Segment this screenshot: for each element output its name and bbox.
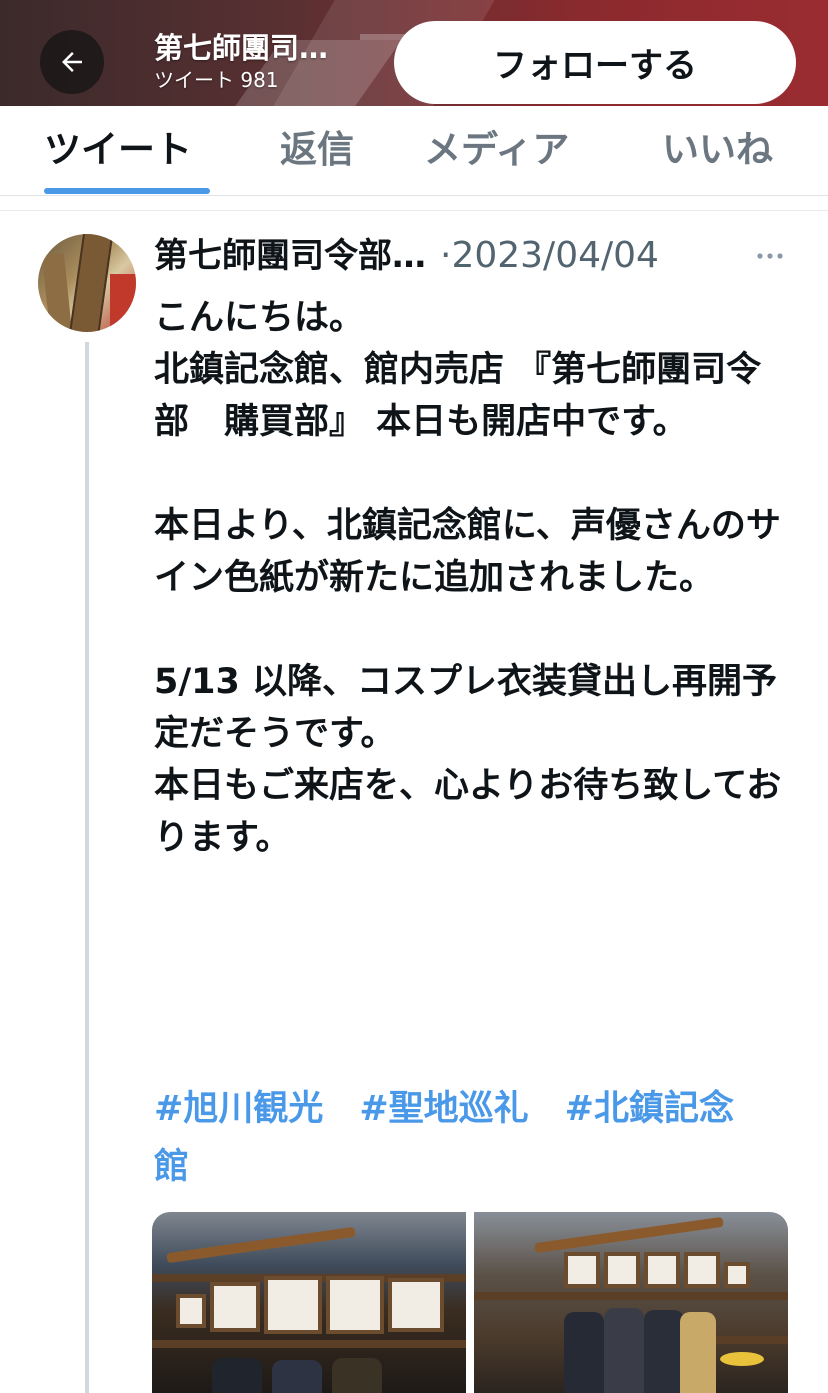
photo-detail xyxy=(644,1252,680,1288)
photo-detail xyxy=(724,1262,750,1288)
back-button[interactable] xyxy=(40,30,104,94)
follow-button[interactable]: フォローする xyxy=(394,21,796,104)
tweet-photo[interactable] xyxy=(152,1212,466,1393)
profile-tabs: ツイート 返信 メディア いいね xyxy=(0,106,828,196)
hashtag-link[interactable]: #旭川観光 xyxy=(154,1089,323,1129)
photo-detail xyxy=(714,1336,788,1344)
photo-detail xyxy=(680,1312,716,1393)
avatar[interactable] xyxy=(38,234,136,332)
photo-detail xyxy=(212,1358,262,1393)
avatar-detail xyxy=(110,274,136,332)
photo-detail xyxy=(166,1226,356,1264)
photo-detail xyxy=(332,1358,382,1393)
header-account-name: 第七師團司令部 xyxy=(154,31,354,65)
divider xyxy=(0,210,828,211)
more-button[interactable] xyxy=(752,240,788,272)
tab-media[interactable]: メディア xyxy=(424,124,569,176)
tab-tweets[interactable]: ツイート xyxy=(44,124,192,176)
tweet-date[interactable]: ·2023/04/04 xyxy=(440,232,659,280)
photo-detail xyxy=(564,1312,604,1393)
photo-detail xyxy=(534,1216,724,1254)
photo-detail xyxy=(176,1294,206,1328)
photo-detail xyxy=(264,1276,322,1334)
photo-detail xyxy=(152,1340,466,1348)
thread-line xyxy=(85,342,89,1393)
tweet-hashtags: #旭川観光 #聖地巡礼 #北鎮記念館 xyxy=(154,1080,790,1196)
avatar-detail xyxy=(41,253,73,332)
tweet-media xyxy=(152,1212,788,1393)
tweet-photo[interactable] xyxy=(474,1212,788,1393)
photo-detail xyxy=(474,1292,788,1300)
photo-detail xyxy=(720,1352,764,1366)
hashtag-link[interactable]: #聖地巡礼 xyxy=(359,1089,528,1129)
photo-detail xyxy=(272,1360,322,1393)
photo-detail xyxy=(564,1252,600,1288)
tweet-text: こんにちは。 北鎮記念館、館内売店 『第七師團司令部 購買部』 本日も開店中です… xyxy=(154,298,782,858)
profile-header-banner: 第七師團司令部 ツイート 981 フォローする xyxy=(0,0,828,106)
tab-replies[interactable]: 返信 xyxy=(280,124,354,176)
tweet-author-name[interactable]: 第七師團司令部 購買部 xyxy=(154,232,444,280)
photo-detail xyxy=(388,1278,444,1332)
photo-detail xyxy=(604,1308,644,1393)
photo-detail xyxy=(604,1252,640,1288)
photo-detail xyxy=(644,1310,684,1393)
header-tweet-count: ツイート 981 xyxy=(154,68,279,92)
photo-detail xyxy=(210,1282,260,1332)
arrow-left-icon xyxy=(62,52,82,72)
photo-detail xyxy=(684,1252,720,1288)
more-dots-icon xyxy=(757,253,783,259)
tab-likes[interactable]: いいね xyxy=(662,124,773,176)
active-tab-indicator xyxy=(44,188,210,194)
photo-detail xyxy=(326,1276,384,1334)
avatar-detail xyxy=(68,234,114,332)
